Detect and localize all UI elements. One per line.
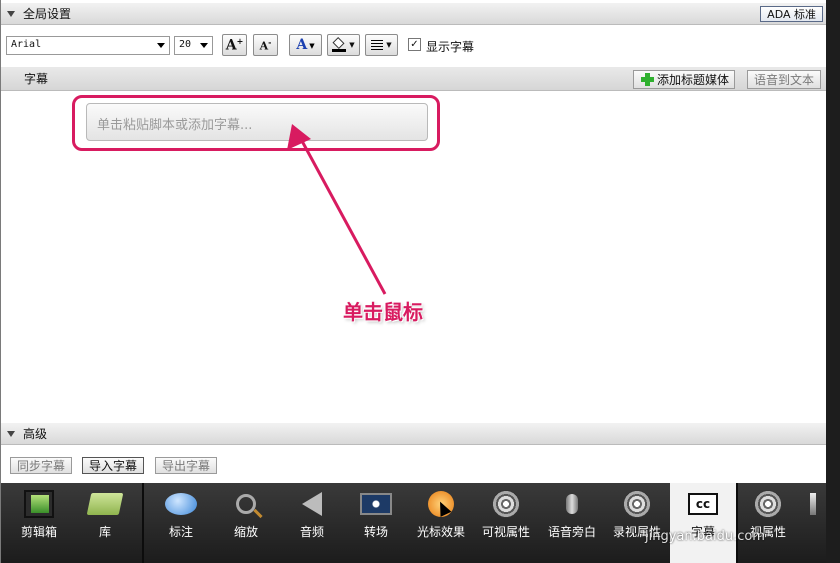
collapse-triangle-icon[interactable] <box>7 430 15 437</box>
nav-item-captions[interactable]: cc 字幕 <box>670 483 736 563</box>
reel-icon <box>752 489 784 519</box>
nav-item-label: 标注 <box>168 525 193 539</box>
nav-item-library[interactable]: 库 <box>73 483 137 563</box>
nav-item-label: 光标效果 <box>416 525 465 539</box>
nav-item-clip-bin[interactable]: 剪辑箱 <box>7 483 71 563</box>
export-captions-button[interactable]: 导出字幕 <box>155 457 218 474</box>
nav-item-label: 剪辑箱 <box>20 525 57 539</box>
import-captions-button[interactable]: 导入字幕 <box>82 457 145 474</box>
film-strip-icon <box>23 489 55 519</box>
nav-item-label: 转场 <box>363 525 388 539</box>
cursor-icon <box>425 489 457 519</box>
watermark: jingyan.baidu.com <box>645 529 765 544</box>
annotation-arrow <box>287 124 387 295</box>
nav-item-visual-properties[interactable]: 可视属性 <box>474 483 538 563</box>
reel-icon <box>490 489 522 519</box>
advanced-title: 高级 <box>23 427 48 441</box>
nav-item-recording-properties[interactable]: 录视属性 <box>605 483 669 563</box>
speech-bubble-icon <box>165 489 197 519</box>
nav-item-label: 缩放 <box>233 525 258 539</box>
nav-divider <box>142 483 144 563</box>
nav-item-voice-narration[interactable]: 语音旁白 <box>539 483 605 563</box>
nav-item-cursor-effects[interactable]: 光标效果 <box>409 483 473 563</box>
sync-captions-button[interactable]: 同步字幕 <box>10 457 73 474</box>
transition-icon <box>360 489 392 519</box>
app-window: 全局设置 ADA 标准 Arial 20 A+ A- A ▼ ▼ ▼ ✓ 显示字幕… <box>0 0 840 563</box>
nav-item-callouts[interactable]: 标注 <box>149 483 213 563</box>
folder-icon <box>86 489 124 519</box>
nav-item-audio[interactable]: 音频 <box>280 483 344 563</box>
microphone-icon <box>556 489 588 519</box>
speaker-icon <box>296 489 328 519</box>
nav-item-label: 语音旁白 <box>547 525 596 539</box>
nav-item-label: 可视属性 <box>481 525 530 539</box>
nav-item-zoom[interactable]: 缩放 <box>214 483 278 563</box>
bottom-task-bar: 剪辑箱 库 标注 缩放 音频 转场 光标效果 可视属性 语音旁白 录视属性 cc… <box>1 483 826 563</box>
magnifier-icon <box>230 489 263 519</box>
advanced-header[interactable]: 高级 <box>1 423 826 445</box>
nav-item-label: 库 <box>98 525 111 539</box>
annotation-text: 单击鼠标 <box>343 300 423 324</box>
cc-icon: cc <box>687 489 719 519</box>
nav-item-view-properties[interactable]: 视属性 <box>738 483 798 563</box>
nav-item-more[interactable] <box>797 483 826 563</box>
nav-item-transitions[interactable]: 转场 <box>344 483 408 563</box>
reel-icon <box>621 489 653 519</box>
nav-item-label: 音频 <box>299 525 324 539</box>
more-tools-icon <box>797 489 826 519</box>
